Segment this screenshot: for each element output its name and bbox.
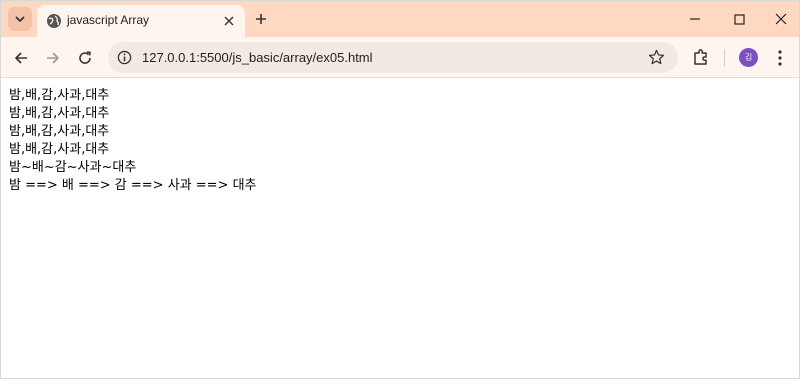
- close-window-button[interactable]: [768, 7, 794, 31]
- maximize-button[interactable]: [726, 7, 752, 31]
- plus-icon: [256, 14, 266, 24]
- reload-icon: [79, 51, 91, 64]
- output-line: 밤 ==> 배 ==> 감 ==> 사과 ==> 대추: [9, 178, 257, 193]
- output-line: 밤,배,감,사과,대추: [9, 124, 110, 139]
- output-line: 밤,배,감,사과,대추: [9, 88, 110, 103]
- minimize-button[interactable]: [682, 7, 708, 31]
- toolbar: 127.0.0.1:5500/js_basic/array/ex05.html …: [1, 37, 799, 78]
- output-line: 밤,배,감,사과,대추: [9, 106, 110, 121]
- globe-icon: [47, 14, 61, 28]
- page-content: 밤,배,감,사과,대추 밤,배,감,사과,대추 밤,배,감,사과,대추 밤,배,…: [1, 79, 799, 378]
- star-icon[interactable]: [648, 49, 665, 66]
- close-icon: [775, 13, 787, 25]
- maximize-icon: [733, 13, 745, 25]
- toolbar-separator: [724, 49, 725, 67]
- arrow-left-icon: [15, 52, 27, 64]
- puzzle-icon[interactable]: [691, 47, 711, 67]
- chevron-down-icon: [15, 16, 25, 22]
- new-tab-button[interactable]: [251, 9, 271, 29]
- kebab-menu-icon: [778, 50, 782, 66]
- output-line: 밤~배~감~사과~대추: [9, 160, 137, 175]
- avatar[interactable]: 김: [739, 48, 758, 67]
- reload-button[interactable]: [74, 47, 96, 69]
- forward-button[interactable]: [42, 47, 64, 69]
- menu-button[interactable]: [773, 48, 787, 68]
- output-line: 밤,배,감,사과,대추: [9, 142, 110, 157]
- browser-window: javascript Array 127.0.0.1:5500/js_basic…: [0, 0, 800, 379]
- arrow-right-icon: [47, 52, 59, 64]
- tab-title: javascript Array: [67, 13, 150, 27]
- address-bar[interactable]: 127.0.0.1:5500/js_basic/array/ex05.html: [108, 42, 678, 73]
- info-icon[interactable]: [117, 50, 132, 65]
- tab-search-button[interactable]: [8, 7, 32, 31]
- minimize-icon: [690, 18, 700, 20]
- tab-active[interactable]: javascript Array: [37, 5, 245, 37]
- tab-strip: javascript Array: [1, 1, 799, 37]
- tab-close-button[interactable]: [221, 13, 237, 29]
- back-button[interactable]: [10, 47, 32, 69]
- url-text[interactable]: 127.0.0.1:5500/js_basic/array/ex05.html: [142, 50, 373, 65]
- close-icon: [224, 16, 234, 26]
